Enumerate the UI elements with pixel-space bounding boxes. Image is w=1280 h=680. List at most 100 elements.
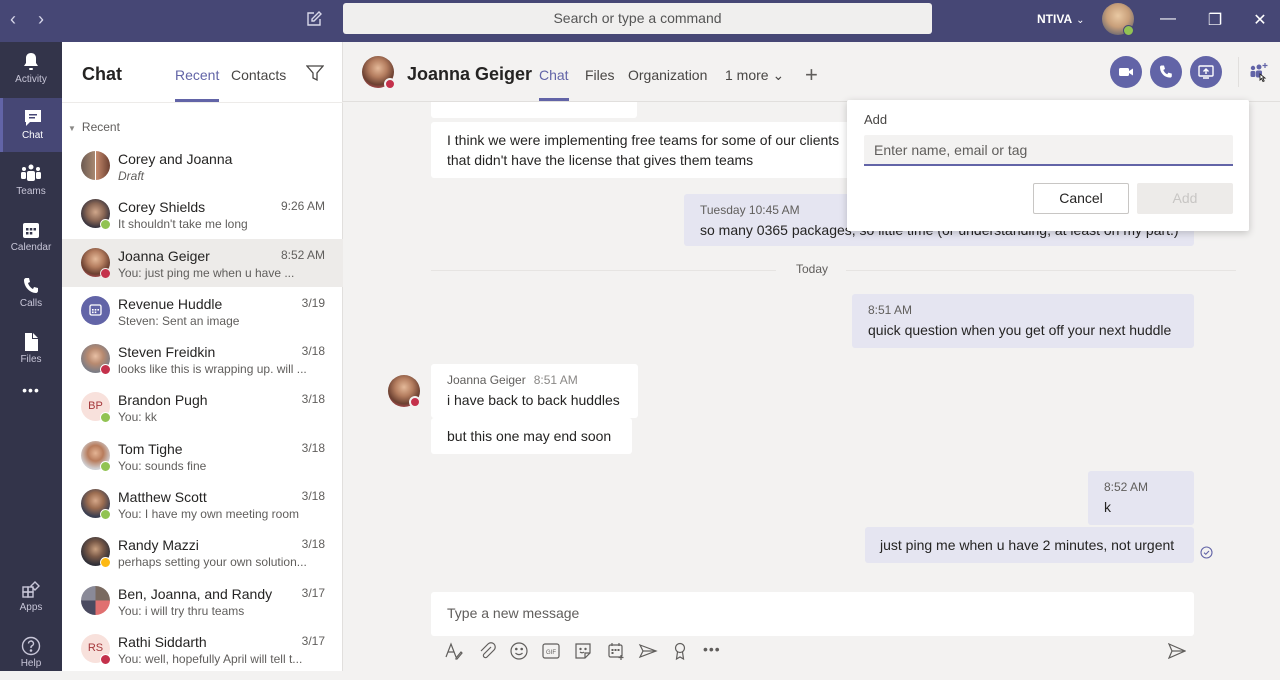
- rail-item-calls[interactable]: Calls: [0, 266, 62, 320]
- message-sender: Joanna Geiger: [447, 373, 526, 387]
- audio-call-button[interactable]: [1150, 56, 1182, 88]
- message: I think we were implementing free teams …: [431, 122, 871, 178]
- message: just ping me when u have 2 minutes, not …: [865, 527, 1194, 563]
- tab-more[interactable]: 1 more ⌄: [725, 67, 784, 84]
- rail-item-chat[interactable]: Chat: [0, 98, 62, 152]
- chat-sidebar: Chat Recent Contacts ▼ Recent Corey and J…: [62, 42, 343, 671]
- chat-list-item[interactable]: Tom Tighe 3/18 You: sounds fine: [62, 432, 343, 480]
- close-button[interactable]: ✕: [1248, 10, 1272, 30]
- rail-label: Teams: [16, 186, 46, 197]
- rail-label: Activity: [15, 74, 47, 85]
- section-recent[interactable]: ▼ Recent: [68, 120, 120, 134]
- chat-name: Brandon Pugh: [118, 392, 208, 409]
- chat-list-item[interactable]: Revenue Huddle 3/19 Steven: Sent an imag…: [62, 287, 343, 335]
- apps-icon: [22, 581, 40, 598]
- send-icon[interactable]: [1167, 642, 1187, 664]
- rail-item-more[interactable]: •••: [0, 382, 62, 436]
- message: Joanna Geiger 8:51 AM i have back to back…: [431, 364, 638, 418]
- chat-name: Revenue Huddle: [118, 295, 223, 312]
- chat-list-item[interactable]: Corey Shields 9:26 AM It shouldn't take …: [62, 190, 343, 238]
- cancel-button[interactable]: Cancel: [1033, 183, 1129, 214]
- chat-time: 3/19: [301, 295, 325, 310]
- file-icon: [25, 333, 38, 351]
- tenant-switcher[interactable]: NTIVA ⌄: [1037, 12, 1085, 26]
- format-icon[interactable]: [444, 641, 466, 663]
- tab-chat[interactable]: Chat: [539, 67, 569, 83]
- svg-text:GIF: GIF: [546, 650, 556, 656]
- chat-list-item[interactable]: BP Brandon Pugh 3/18 You: kk: [62, 383, 343, 431]
- chat-list-item[interactable]: Steven Freidkin 3/18 looks like this is …: [62, 335, 343, 383]
- minimize-button[interactable]: —: [1156, 10, 1180, 28]
- rail-item-teams[interactable]: Teams: [0, 154, 62, 208]
- gif-icon[interactable]: GIF: [541, 641, 563, 663]
- chat-time: 3/17: [301, 633, 325, 648]
- calendar-icon: [23, 223, 39, 238]
- chat-time: 3/18: [301, 392, 325, 407]
- add-people-input[interactable]: [864, 135, 1233, 166]
- chat-time: 3/18: [301, 344, 325, 359]
- chat-time: 3/18: [301, 489, 325, 504]
- tab-organization[interactable]: Organization: [628, 67, 707, 83]
- chat-list-item[interactable]: RS Rathi Siddarth 3/17 You: well, hopefu…: [62, 625, 343, 673]
- rail-label: Files: [20, 354, 42, 365]
- popup-label: Add: [864, 112, 888, 127]
- chat-preview: looks like this is wrapping up. will ...: [118, 362, 307, 377]
- tab-files[interactable]: Files: [585, 67, 615, 83]
- rail-item-apps[interactable]: Apps: [0, 570, 62, 624]
- tab-contacts[interactable]: Contacts: [231, 67, 286, 83]
- seen-check-icon: [1200, 546, 1213, 564]
- emoji-icon[interactable]: [509, 641, 531, 663]
- status-busy-icon: [100, 364, 111, 376]
- add-tab-button[interactable]: +: [805, 62, 818, 88]
- chat-name: Tom Tighe: [118, 440, 183, 457]
- rail-item-help[interactable]: Help: [0, 626, 62, 680]
- schedule-meeting-icon[interactable]: [606, 641, 628, 663]
- chevron-down-icon: ⌄: [1076, 15, 1085, 26]
- stream-icon[interactable]: [638, 641, 660, 663]
- chat-list-item[interactable]: Matthew Scott 3/18 You: I have my own me…: [62, 480, 343, 528]
- rail-item-calendar[interactable]: Calendar: [0, 210, 62, 264]
- tenant-name: NTIVA: [1037, 12, 1073, 26]
- add-people-button[interactable]: [1248, 62, 1270, 89]
- filter-icon[interactable]: [305, 64, 325, 82]
- chat-time: 3/18: [301, 440, 325, 455]
- share-screen-button[interactable]: [1190, 56, 1222, 88]
- chat-name: Steven Freidkin: [118, 344, 216, 361]
- group-avatar: [81, 585, 110, 615]
- forward-button[interactable]: ›: [31, 9, 51, 30]
- restore-button[interactable]: ❐: [1203, 10, 1227, 30]
- tab-recent[interactable]: Recent: [175, 67, 219, 83]
- attach-icon[interactable]: [477, 641, 499, 663]
- divider: [431, 270, 776, 271]
- message-time: 8:51 AM: [533, 373, 578, 387]
- chat-list-item[interactable]: Ben, Joanna, and Randy 3/17 You: i will …: [62, 577, 343, 625]
- rail-label: Help: [20, 658, 42, 669]
- add-button[interactable]: Add: [1137, 183, 1233, 214]
- more-options-icon[interactable]: •••: [703, 641, 725, 663]
- praise-icon[interactable]: [670, 641, 692, 663]
- divider: [846, 270, 1236, 271]
- rail-item-activity[interactable]: Activity: [0, 42, 62, 96]
- divider: [1238, 57, 1239, 87]
- chat-list-item[interactable]: Joanna Geiger 8:52 AM You: just ping me …: [62, 238, 343, 287]
- search-input[interactable]: Search or type a command: [343, 3, 932, 34]
- message-input[interactable]: Type a new message: [431, 592, 1194, 636]
- chat-list-item[interactable]: Corey and Joanna Draft: [62, 142, 343, 190]
- title-bar: ‹ › Search or type a command NTIVA ⌄ — ❐ …: [0, 0, 1280, 42]
- back-button[interactable]: ‹: [3, 9, 23, 30]
- chat-preview: You: i will try thru teams: [118, 603, 245, 618]
- day-separator: Today: [343, 262, 1280, 276]
- avatar: [81, 151, 110, 180]
- status-busy-icon: [100, 653, 111, 665]
- chat-name: Corey Shields: [118, 199, 206, 216]
- compose-icon[interactable]: [305, 10, 325, 30]
- message-time: 8:51 AM: [868, 303, 913, 317]
- rail-label: Chat: [21, 130, 44, 141]
- rail-item-files[interactable]: Files: [0, 322, 62, 376]
- sticker-icon[interactable]: [573, 641, 595, 663]
- caret-down-icon: ▼: [68, 124, 76, 133]
- chat-list-item[interactable]: Randy Mazzi 3/18 perhaps setting your ow…: [62, 528, 343, 576]
- add-people-icon: [1250, 63, 1268, 83]
- help-icon: [21, 636, 41, 656]
- video-call-button[interactable]: [1110, 56, 1142, 88]
